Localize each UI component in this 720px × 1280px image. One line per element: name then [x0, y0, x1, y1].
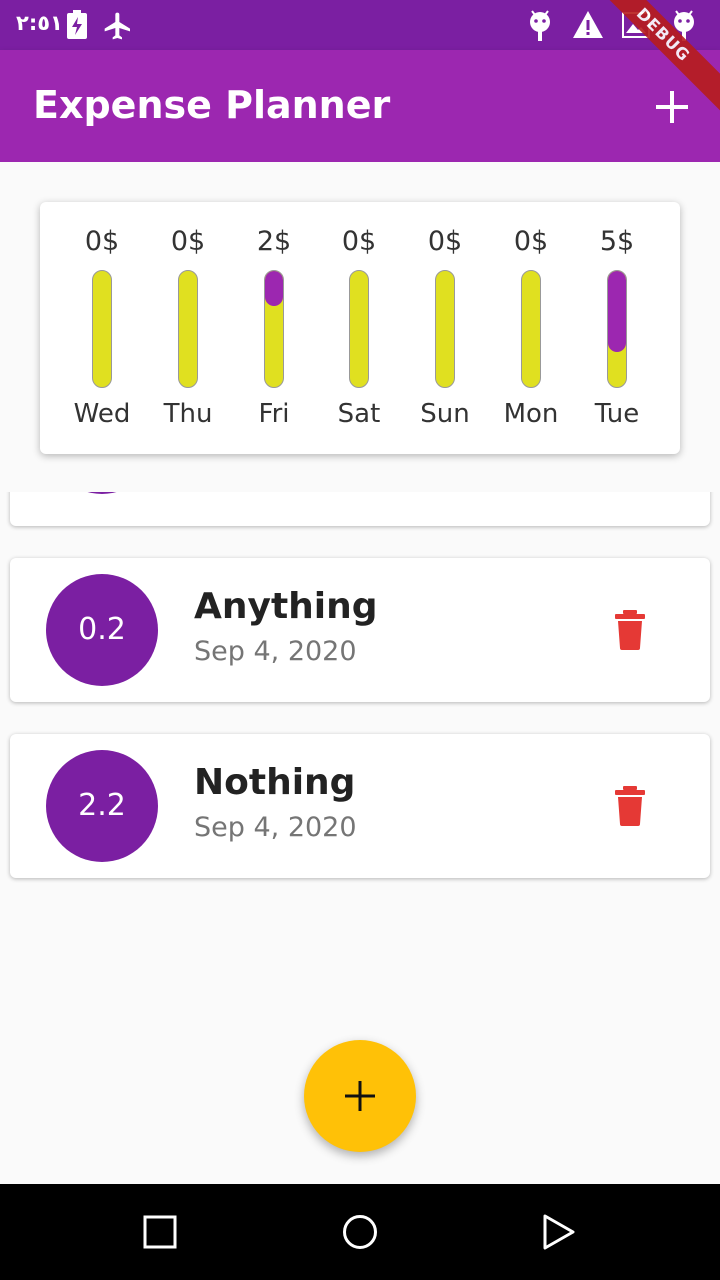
bar-track — [178, 270, 198, 388]
add-transaction-fab[interactable] — [304, 1040, 416, 1152]
chart-amount: 5$ — [599, 226, 635, 257]
plus-icon — [656, 91, 688, 123]
chart-day-label: Mon — [503, 399, 559, 429]
chart-bar-tue: 5$ Tue — [571, 202, 663, 454]
amount-avatar: 2.2 — [46, 750, 158, 862]
chart-day-label: Fri — [258, 399, 290, 429]
chart-amount: 0$ — [427, 226, 463, 257]
bar-fill — [265, 271, 283, 306]
bar-fill — [608, 271, 626, 353]
system-nav-bar — [0, 1184, 720, 1280]
back-triangle-icon — [543, 1214, 575, 1250]
chart-day-label: Sat — [337, 399, 381, 429]
home-circle-icon — [343, 1215, 377, 1249]
chart-day-label: Wed — [73, 399, 131, 429]
chart-amount: 0$ — [84, 226, 120, 257]
transaction-title: Anything — [194, 586, 378, 627]
chart-bar-fri: 2$ Fri — [228, 202, 320, 454]
status-time: ٢:٥١ — [16, 11, 63, 35]
warning-icon — [573, 11, 603, 38]
android-debug-icon — [530, 10, 550, 41]
chart-amount: 0$ — [513, 226, 549, 257]
delete-button[interactable] — [613, 610, 647, 650]
bar-track — [607, 270, 627, 388]
airplane-icon — [104, 12, 130, 40]
chart-day-label: Thu — [163, 399, 213, 429]
chart-amount: 0$ — [341, 226, 377, 257]
amount-avatar: 0.2 — [46, 574, 158, 686]
trash-icon — [615, 786, 645, 826]
image-icon — [622, 12, 650, 38]
chart-amount: 0$ — [170, 226, 206, 257]
android-icon — [674, 10, 694, 41]
transaction-date: Sep 4, 2020 — [194, 812, 357, 843]
chart-bar-mon: 0$ Mon — [485, 202, 577, 454]
transaction-title: Nothing — [194, 762, 356, 803]
transaction-date: Sep 4, 2020 — [194, 636, 357, 667]
list-item: 2.2 Nothing Sep 4, 2020 — [10, 734, 710, 878]
chart-bar-thu: 0$ Thu — [142, 202, 234, 454]
list-item: 0.2 Anything Sep 4, 2020 — [10, 558, 710, 702]
recents-square-icon — [143, 1215, 177, 1249]
app-bar: Expense Planner — [0, 50, 720, 162]
app-title: Expense Planner — [33, 83, 391, 127]
chart-day-label: Tue — [594, 399, 640, 429]
bar-track — [264, 270, 284, 388]
weekly-chart: 0$ Wed 0$ Thu 2$ Fri 0$ Sat 0$ Sun 0$ Mo… — [40, 202, 680, 454]
bar-track — [349, 270, 369, 388]
chart-bar-sun: 0$ Sun — [399, 202, 491, 454]
chart-bar-sat: 0$ Sat — [313, 202, 405, 454]
battery-charging-icon — [67, 10, 87, 39]
back-button[interactable] — [540, 1214, 576, 1250]
status-bar: ٢:٥١ — [0, 0, 720, 50]
add-transaction-button[interactable] — [650, 85, 694, 129]
recents-button[interactable] — [142, 1214, 178, 1250]
chart-day-label: Sun — [420, 399, 470, 429]
bar-track — [92, 270, 112, 388]
bar-track — [521, 270, 541, 388]
delete-button[interactable] — [613, 786, 647, 826]
bar-track — [435, 270, 455, 388]
home-button[interactable] — [342, 1214, 378, 1250]
plus-icon — [345, 1081, 375, 1111]
chart-bar-wed: 0$ Wed — [56, 202, 148, 454]
chart-amount: 2$ — [256, 226, 292, 257]
trash-icon — [615, 610, 645, 650]
